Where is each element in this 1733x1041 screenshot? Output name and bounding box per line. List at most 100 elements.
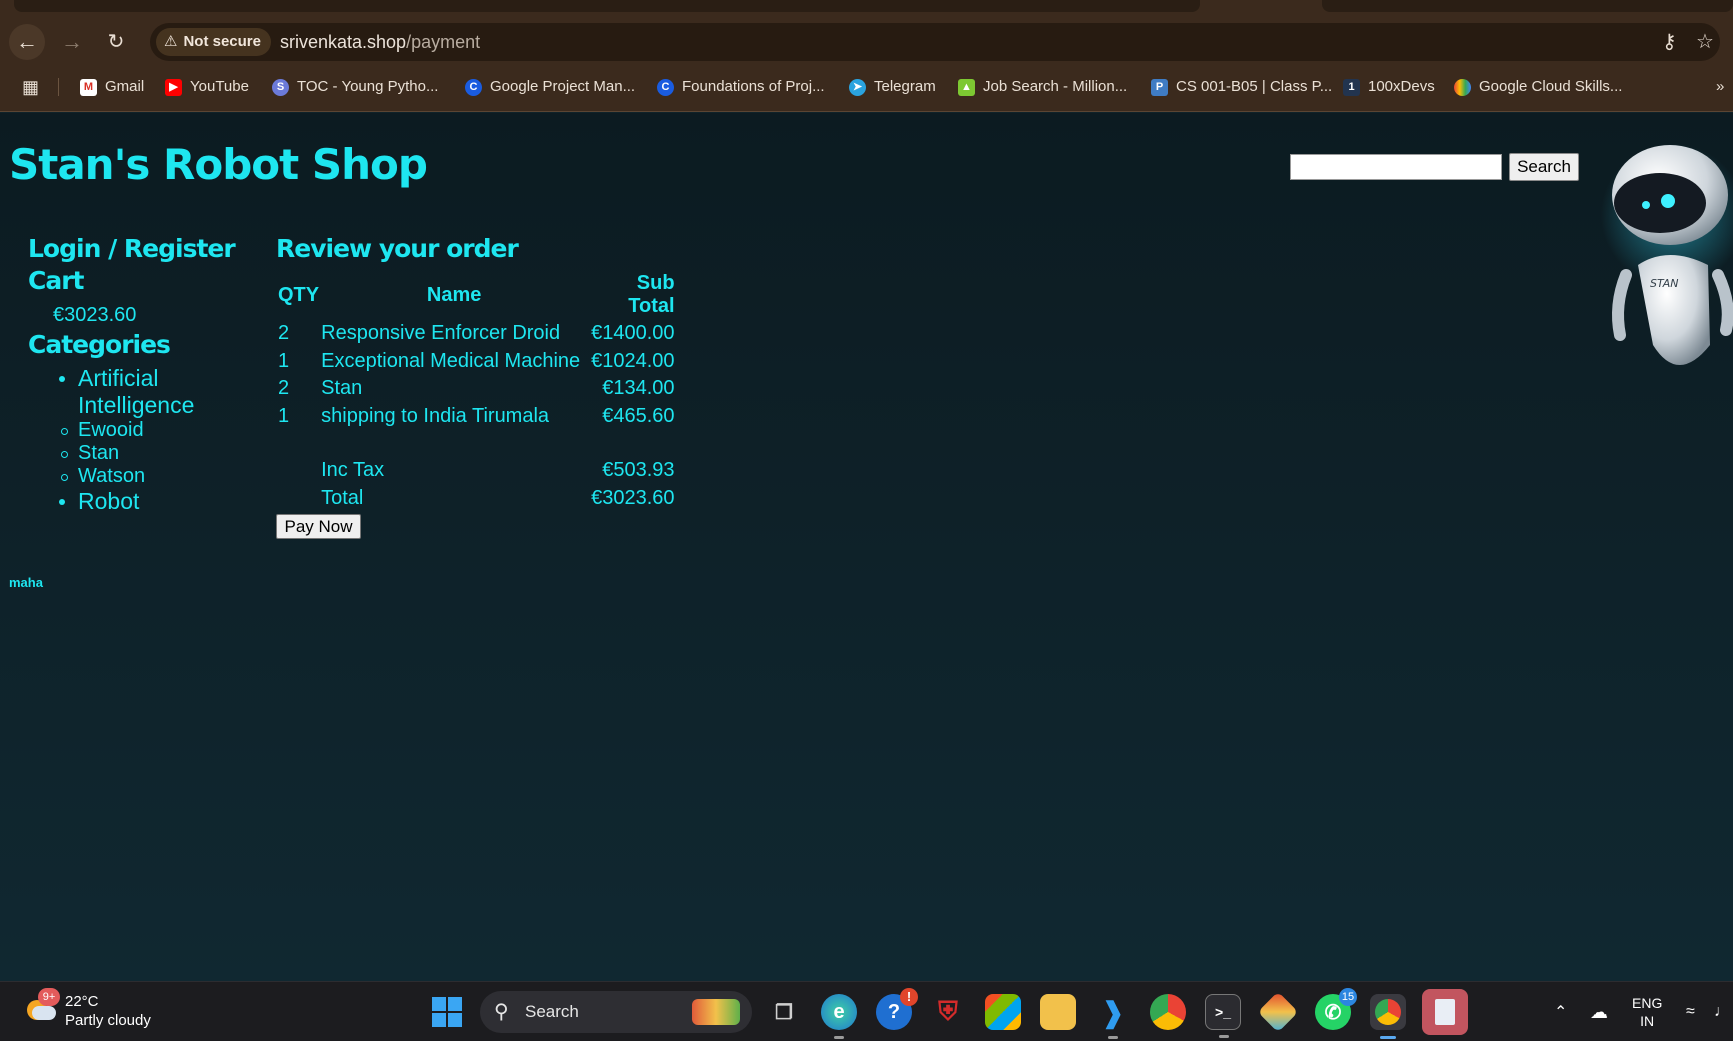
url-text[interactable]: srivenkata.shop/payment xyxy=(280,23,480,61)
robot-badge-text: STAN xyxy=(1650,277,1678,290)
address-bar[interactable]: ⚠ Not secure srivenkata.shop/payment ⚷ ☆ xyxy=(150,23,1720,61)
shop-title[interactable]: Stan's Robot Shop xyxy=(9,140,428,189)
coursera-icon: C xyxy=(657,78,674,96)
bookmark-gmail[interactable]: M Gmail xyxy=(80,62,144,112)
wifi-icon[interactable]: ≈ xyxy=(1686,982,1695,1041)
language-code: ENG xyxy=(1632,995,1663,1011)
review-heading: Review your order xyxy=(276,234,519,263)
volume-icon[interactable]: ♩ xyxy=(1714,982,1730,1041)
subcategory-link-ewooid[interactable]: Ewooid xyxy=(61,419,258,442)
bookmark-label: TOC - Young Pytho... xyxy=(297,78,439,95)
chrome-profile-icon[interactable] xyxy=(1370,994,1406,1039)
weather-widget[interactable]: 9+ 22°C Partly cloudy xyxy=(24,988,151,1030)
taskbar-search[interactable]: ⚲ Search xyxy=(480,991,752,1033)
subcategory-link-watson[interactable]: Watson xyxy=(61,465,258,488)
bookmark-label: Gmail xyxy=(105,78,145,95)
column-header-subtotal: Sub Total xyxy=(628,272,675,317)
whatsapp-badge: 15 xyxy=(1339,988,1357,1006)
arrow-right-icon: → xyxy=(61,29,83,54)
item-qty: 2 xyxy=(278,377,290,399)
terminal-icon[interactable]: >_ xyxy=(1205,994,1241,1038)
page-content: Stan's Robot Shop Search STAN Login / Re… xyxy=(0,113,1733,981)
partly-cloudy-icon: 9+ xyxy=(24,988,60,1024)
bookmark-foundations[interactable]: C Foundations of Proj... xyxy=(657,62,825,112)
item-name: Exceptional Medical Machine xyxy=(321,349,581,372)
bookmark-label: Telegram xyxy=(874,78,936,95)
url-host: srivenkata.shop xyxy=(280,32,407,52)
file-explorer-icon[interactable] xyxy=(1040,994,1076,1030)
vscode-icon[interactable]: ❱ xyxy=(1095,994,1131,1039)
table-row: 1 shipping to India Tirumala €465.60 xyxy=(276,403,677,431)
taskbar: 9+ 22°C Partly cloudy ⚲ Search ❐ e ?! ⛨ … xyxy=(0,981,1733,1041)
bookmark-star-icon[interactable]: ☆ xyxy=(1696,23,1714,61)
100xdevs-icon: 1 xyxy=(1343,78,1360,96)
mcafee-icon[interactable]: ⛨ xyxy=(930,994,966,1030)
tab-other[interactable] xyxy=(1322,0,1733,12)
bookmark-100xdevs[interactable]: 1 100xDevs xyxy=(1343,62,1435,112)
item-name: Stan xyxy=(321,377,363,399)
search-button[interactable]: Search xyxy=(1509,153,1579,181)
git-tool-icon[interactable] xyxy=(1257,991,1299,1033)
search-input[interactable] xyxy=(1290,154,1502,180)
telegram-icon: ➤ xyxy=(849,78,866,96)
chevron-double-right-icon: » xyxy=(1716,78,1725,95)
task-view-icon[interactable]: ❐ xyxy=(766,994,802,1030)
onedrive-icon[interactable]: ☁ xyxy=(1590,982,1608,1041)
bookmark-label: Google Project Man... xyxy=(490,78,636,95)
reload-button[interactable]: ↻ xyxy=(98,24,134,60)
help-icon[interactable]: ?! xyxy=(876,988,918,1030)
edge-icon[interactable]: e xyxy=(821,994,857,1039)
google-cloud-icon xyxy=(1454,78,1471,96)
coursera-icon: C xyxy=(465,78,482,96)
pay-now-button[interactable]: Pay Now xyxy=(276,514,361,539)
forward-button[interactable]: → xyxy=(54,24,90,60)
subcategory-link-stan[interactable]: Stan xyxy=(61,442,258,465)
region-code: IN xyxy=(1640,1013,1655,1029)
cart-total[interactable]: €3023.60 xyxy=(53,303,258,327)
arrow-left-icon: ← xyxy=(16,29,38,54)
security-chip[interactable]: ⚠ Not secure xyxy=(156,28,271,56)
total-label: Total xyxy=(321,486,364,509)
calculator-icon[interactable] xyxy=(1422,989,1468,1035)
chevron-up-icon: ⌃ xyxy=(1554,1004,1568,1021)
back-button[interactable]: ← xyxy=(9,24,45,60)
weather-desc: Partly cloudy xyxy=(65,1012,151,1029)
item-name: Responsive Enforcer Droid xyxy=(321,322,561,344)
windows-start-icon[interactable] xyxy=(432,997,462,1027)
bookmarks-overflow-button[interactable]: » xyxy=(1716,62,1724,112)
url-path: /payment xyxy=(406,32,481,52)
taskbar-search-label: Search xyxy=(525,1002,579,1021)
microsoft-store-icon[interactable] xyxy=(985,994,1021,1030)
warning-icon: ⚠ xyxy=(164,33,178,50)
cart-link[interactable]: Cart xyxy=(28,265,258,297)
table-row: 2 Responsive Enforcer Droid €1400.00 xyxy=(276,320,677,348)
item-qty: 1 xyxy=(278,404,290,427)
category-item: Artificial Intelligence Ewooid Stan Wats… xyxy=(28,365,258,488)
bookmark-telegram[interactable]: ➤ Telegram xyxy=(849,62,936,112)
login-register-link[interactable]: Login / Register xyxy=(28,233,258,265)
show-hidden-icons-button[interactable]: ⌃ xyxy=(1554,982,1567,1041)
youtube-icon: ▶ xyxy=(165,78,182,96)
bookmark-google-project[interactable]: C Google Project Man... xyxy=(465,62,635,112)
apps-grid-button[interactable]: ▦ xyxy=(22,62,39,112)
reload-icon: ↻ xyxy=(107,31,125,53)
bookmark-google-cloud[interactable]: Google Cloud Skills... xyxy=(1454,62,1622,112)
bookmark-piazza[interactable]: P CS 001-B05 | Class P... xyxy=(1151,62,1332,112)
bookmark-youtube[interactable]: ▶ YouTube xyxy=(165,62,249,112)
whatsapp-icon[interactable]: ✆ 15 xyxy=(1315,988,1357,1030)
bookmark-toc[interactable]: S TOC - Young Pytho... xyxy=(272,62,438,112)
item-subtotal: €134.00 xyxy=(602,377,675,399)
language-indicator[interactable]: ENG IN xyxy=(1632,994,1662,1030)
order-review: Review your order QTY Name Sub Total 2 R… xyxy=(276,233,677,539)
chrome-icon[interactable] xyxy=(1150,994,1186,1030)
weather-badge: 9+ xyxy=(38,988,60,1006)
tab-active[interactable] xyxy=(14,0,1200,12)
category-link-artificial-intelligence[interactable]: Artificial Intelligence xyxy=(78,365,228,419)
total-row: Total €3023.60 xyxy=(276,485,677,513)
bookmark-label: YouTube xyxy=(190,78,249,95)
bookmark-job-search[interactable]: ▲ Job Search - Million... xyxy=(958,62,1127,112)
category-link-robot[interactable]: Robot xyxy=(78,488,139,514)
password-key-icon[interactable]: ⚷ xyxy=(1662,23,1677,61)
weather-temp: 22°C xyxy=(65,993,99,1010)
item-subtotal: €465.60 xyxy=(602,404,675,427)
